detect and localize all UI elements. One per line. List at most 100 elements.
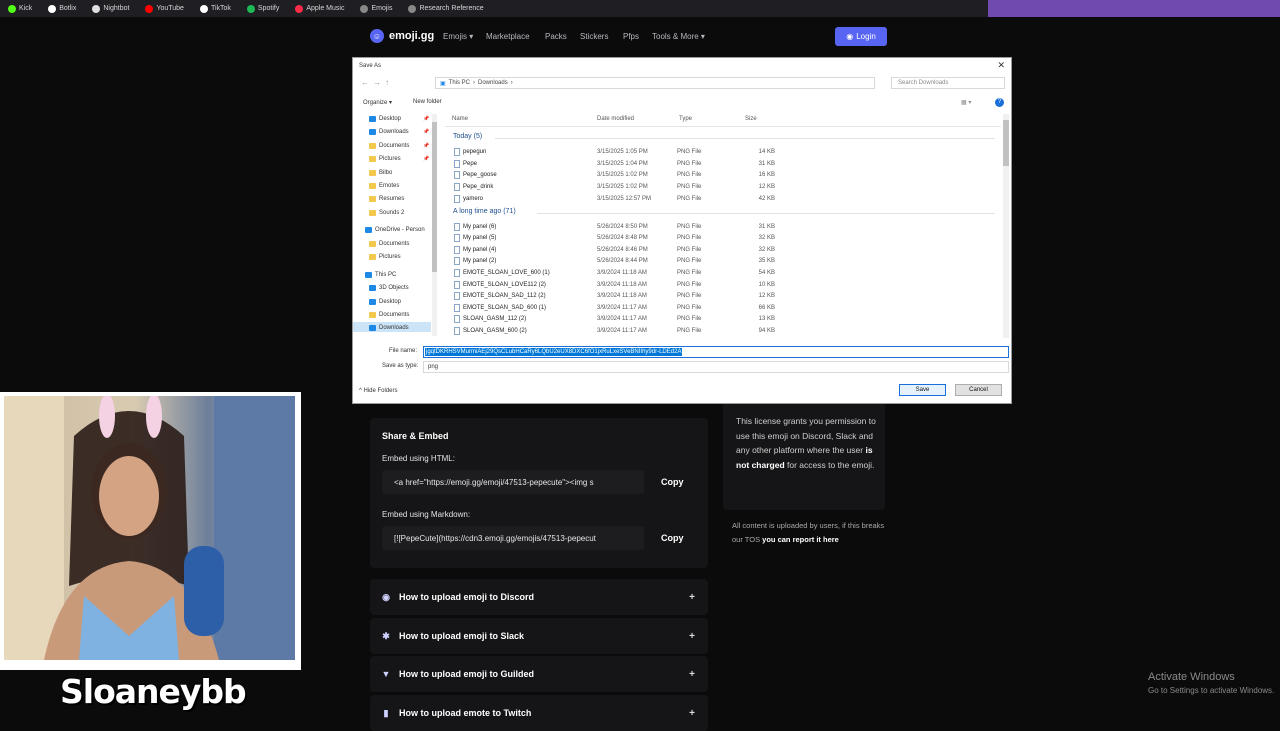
png-file-icon <box>454 280 460 289</box>
dialog-close-button[interactable]: ✕ <box>997 60 1005 71</box>
site-logo[interactable]: ☺ emoji.gg <box>370 29 434 43</box>
file-row[interactable]: My panel (4) 5/26/2024 8:46 PM PNG File 32 … <box>445 245 1001 256</box>
bookmark-item[interactable]: TikTok <box>194 4 237 13</box>
new-folder-button[interactable]: New folder <box>413 99 442 105</box>
col-date[interactable]: Date modified <box>597 116 634 122</box>
embed-markdown-code[interactable]: [![PepeCute](https://cdn3.emoji.gg/emoji… <box>382 526 644 550</box>
file-name: SLOAN_GASM_112 (2) <box>463 316 527 323</box>
bookmark-item[interactable]: Kick <box>2 4 38 13</box>
login-button[interactable]: ◉ Login <box>835 27 887 46</box>
nav-packs[interactable]: Packs <box>545 32 567 41</box>
nav-item[interactable]: Pictures <box>369 254 429 260</box>
file-row[interactable]: EMOTE_SLOAN_SAD_112 (2) 3/9/2024 11:18 AM… <box>445 291 1001 302</box>
png-file-icon <box>454 159 460 168</box>
nav-item[interactable]: Documents 📌 <box>369 143 429 149</box>
nav-scrollbar-thumb[interactable] <box>432 122 437 272</box>
nav-item[interactable]: Emotes <box>369 183 429 189</box>
file-row[interactable]: yamero 3/15/2025 12:57 PM PNG File 42 KB <box>445 194 1001 205</box>
folder-icon <box>369 241 376 247</box>
bookmark-item[interactable]: Botlix <box>42 4 82 13</box>
bookmark-item[interactable]: Spotify <box>241 4 285 13</box>
file-row[interactable]: Pepe 3/15/2025 1:04 PM PNG File 31 KB <box>445 159 1001 170</box>
file-date: 3/9/2024 11:17 AM <box>597 327 647 334</box>
logo-text: emoji.gg <box>389 30 435 42</box>
col-name[interactable]: Name <box>452 116 468 122</box>
bookmark-item[interactable]: Nightbot <box>86 4 135 13</box>
howto-guilded[interactable]: ▼ How to upload emoji to Guilded + <box>370 656 708 692</box>
copy-markdown-button[interactable]: Copy <box>661 533 684 543</box>
pin-icon: 📌 <box>423 129 430 135</box>
nav-item-label: OneDrive - Person <box>375 227 425 233</box>
file-row[interactable]: SLOAN_GASM_112 (2) 3/9/2024 11:17 AM PNG F… <box>445 314 1001 325</box>
bookmark-label: Research Reference <box>419 5 484 12</box>
file-row[interactable]: My panel (5) 5/26/2024 8:48 PM PNG File 32 … <box>445 233 1001 244</box>
file-row[interactable]: EMOTE_SLOAN_LOVE112 (2) 3/9/2024 11:18 AM… <box>445 280 1001 291</box>
nav-pfps[interactable]: Pfps <box>623 32 639 41</box>
nav-tools-more[interactable]: Tools & More ▾ <box>652 32 705 41</box>
file-size: 94 KB <box>758 327 775 334</box>
copy-html-button[interactable]: Copy <box>661 477 684 487</box>
file-row[interactable]: pepegun 3/15/2025 1:05 PM PNG File 14 KB <box>445 147 1001 158</box>
nav-item[interactable]: Downloads 📌 <box>369 129 429 135</box>
address-downloads[interactable]: Downloads <box>478 80 508 86</box>
file-row[interactable]: SLOAN_GASM_600 (2) 3/9/2024 11:17 AM PNG F… <box>445 326 1001 337</box>
folder-icon <box>369 196 376 202</box>
address-bar[interactable]: ▣ This PC › Downloads › <box>435 77 875 89</box>
howto-twitch[interactable]: ▮ How to upload emote to Twitch + <box>370 695 708 731</box>
bookmark-label: Emojis <box>371 5 393 12</box>
list-scrollbar-thumb[interactable] <box>1003 120 1009 166</box>
howto-slack[interactable]: ✱ How to upload emoji to Slack + <box>370 618 708 654</box>
file-type: PNG File <box>677 149 702 155</box>
address-this-pc[interactable]: This PC <box>449 80 470 86</box>
nav-item[interactable]: Bilbo <box>369 170 429 176</box>
nav-item[interactable]: Resumes <box>369 196 429 202</box>
hide-folders-toggle[interactable]: ^ Hide Folders <box>359 388 398 394</box>
folder-icon <box>369 254 376 260</box>
file-row[interactable]: Pepe_goose 3/15/2025 1:02 PM PNG File 16 KB <box>445 170 1001 181</box>
search-input[interactable]: Search Downloads <box>891 77 1005 89</box>
col-size[interactable]: Size <box>745 116 757 122</box>
bookmark-item[interactable]: YouTube <box>139 4 190 13</box>
file-row[interactable]: Pepe_drink 3/15/2025 1:02 PM PNG File 12 KB <box>445 182 1001 193</box>
nav-item[interactable]: Pictures 📌 <box>369 156 429 162</box>
nav-stickers[interactable]: Stickers <box>580 32 608 41</box>
nav-arrows[interactable]: ←→↑ <box>361 78 393 87</box>
bookmark-item[interactable]: Apple Music <box>289 4 350 13</box>
nav-marketplace[interactable]: Marketplace <box>486 32 530 41</box>
file-row[interactable]: EMOTE_SLOAN_LOVE_600 (1) 3/9/2024 11:18 A… <box>445 268 1001 279</box>
organize-button[interactable]: Organize ▾ <box>363 99 392 106</box>
file-group-header[interactable]: Today (5) <box>453 133 482 140</box>
nav-item[interactable]: This PC <box>365 272 429 278</box>
nav-item[interactable]: 3D Objects <box>369 285 429 291</box>
nav-item[interactable]: Documents <box>369 312 429 318</box>
nav-item[interactable]: Desktop 📌 <box>369 116 429 122</box>
emoji-logo-icon: ☺ <box>370 29 384 43</box>
file-name-value[interactable]: jgqtDKRHSVMurmiAEj29QsCLubHCaRy6LQbU2eUX… <box>425 348 683 356</box>
save-type-select[interactable]: png <box>423 361 1009 373</box>
file-row[interactable]: My panel (2) 5/26/2024 8:44 PM PNG File 35 … <box>445 256 1001 267</box>
folder-icon <box>369 143 376 149</box>
cancel-button[interactable]: Cancel <box>955 384 1002 396</box>
col-type[interactable]: Type <box>679 116 692 122</box>
embed-html-code[interactable]: <a href="https://emoji.gg/emoji/47513-pe… <box>382 470 644 494</box>
bookmark-item[interactable]: Research Reference <box>402 4 489 13</box>
report-text: All content is uploaded by users, if thi… <box>732 519 887 547</box>
help-icon[interactable]: ? <box>995 98 1004 107</box>
bookmark-favicon-icon <box>408 4 417 13</box>
view-options-icon[interactable]: ▦ ▾ <box>961 99 971 106</box>
bookmark-item[interactable]: Emojis <box>354 4 398 13</box>
nav-item[interactable]: Downloads <box>369 325 429 331</box>
nav-emojis[interactable]: Emojis ▾ <box>443 32 473 41</box>
nav-item[interactable]: OneDrive - Person <box>365 227 429 233</box>
file-type: PNG File <box>677 327 702 334</box>
save-button[interactable]: Save <box>899 384 946 396</box>
nav-item[interactable]: Sounds 2 <box>369 210 429 216</box>
nav-item[interactable]: Desktop <box>369 299 429 305</box>
file-group-header[interactable]: A long time ago (71) <box>453 208 516 215</box>
share-embed-title: Share & Embed <box>382 431 449 441</box>
report-link[interactable]: you can report it here <box>762 535 839 544</box>
file-row[interactable]: EMOTE_SLOAN_SAD_600 (1) 3/9/2024 11:17 AM… <box>445 303 1001 314</box>
nav-item[interactable]: Documents <box>369 241 429 247</box>
howto-discord[interactable]: ◉ How to upload emoji to Discord + <box>370 579 708 615</box>
file-row[interactable]: My panel (6) 5/26/2024 8:50 PM PNG File 31 … <box>445 222 1001 233</box>
